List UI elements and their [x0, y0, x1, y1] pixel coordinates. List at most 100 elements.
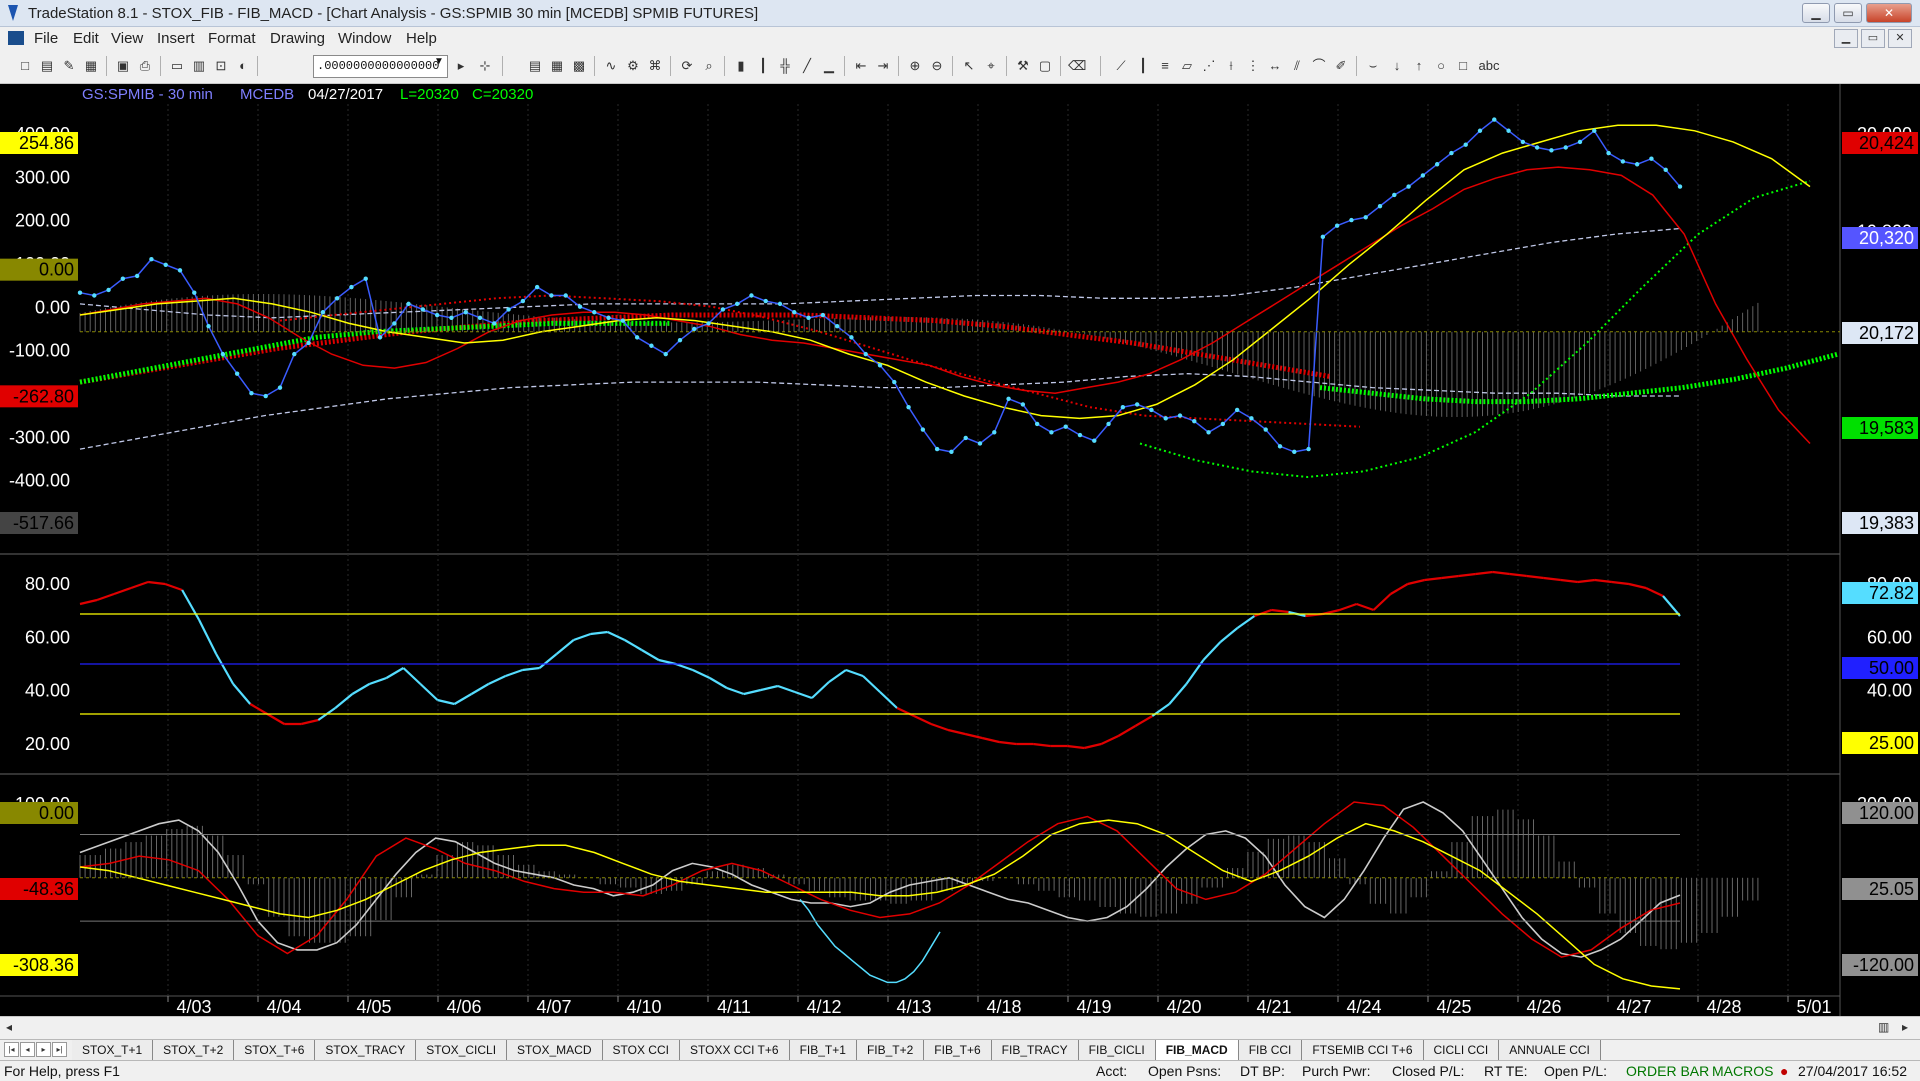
vertical-line-icon[interactable]: ┃ — [1134, 57, 1152, 75]
sheet-tab-fib-t-6[interactable]: FIB_T+6 — [924, 1040, 992, 1060]
mdi-minimize-button[interactable]: ▁ — [1834, 29, 1858, 48]
last-tab-icon[interactable]: ▸| — [52, 1042, 67, 1057]
down-arrow-icon[interactable]: ↓ — [1388, 57, 1406, 75]
menu-drawing[interactable]: Drawing — [270, 30, 325, 47]
arc-icon[interactable]: ⌒ — [1310, 57, 1328, 75]
sheet-tab-stox-t-6[interactable]: STOX_T+6 — [234, 1040, 316, 1060]
gann-icon[interactable]: ⟊ — [1222, 57, 1240, 75]
mdi-restore-button[interactable]: ▭ — [1861, 29, 1885, 48]
zoom-dots-icon[interactable]: ⊹ — [476, 57, 494, 75]
sheet-tab-annuale-cci[interactable]: ANNUALE CCI — [1499, 1040, 1601, 1060]
precision-input[interactable]: .0000000000000000 — [313, 55, 448, 78]
refresh-icon[interactable]: ⟳ — [678, 57, 696, 75]
line-icon[interactable]: ╱ — [798, 57, 816, 75]
window-icon[interactable]: ▭ — [168, 57, 186, 75]
print-icon[interactable]: ⎙ — [136, 57, 154, 75]
new-icon[interactable]: □ — [16, 57, 34, 75]
mdi-close-button[interactable]: ✕ — [1888, 29, 1912, 48]
color-icon[interactable]: ◐ — [234, 57, 252, 75]
chart-cursor-icon[interactable]: ⌖ — [982, 57, 1000, 75]
sheet-tab-cicli-cci[interactable]: CICLI CCI — [1423, 1040, 1500, 1060]
chart-analysis-window[interactable]: 4/03 4/04 4/05 4/06 4/07 4/10 4/11 4/12 4/13 4/18… — [0, 84, 1920, 1016]
sheet-tab-stox-tracy[interactable]: STOX_TRACY — [315, 1040, 417, 1060]
data-window-icon[interactable]: ▢ — [1036, 57, 1054, 75]
sheet-tab-fib-t-1[interactable]: FIB_T+1 — [789, 1040, 857, 1060]
arrow-lines-icon[interactable]: ↔ — [1266, 57, 1284, 75]
menu-view[interactable]: View — [111, 30, 143, 47]
zoom-in-icon[interactable]: ⊕ — [906, 57, 924, 75]
next-tab-icon[interactable]: ▸ — [36, 1042, 51, 1057]
grid-icon[interactable]: ▩ — [570, 57, 588, 75]
sheet-tab-ftsemib-cci-t-6[interactable]: FTSEMIB CCI T+6 — [1302, 1040, 1424, 1060]
sheet-tab-fib-macd[interactable]: FIB_MACD — [1155, 1040, 1239, 1060]
format-window-icon[interactable]: ▤ — [526, 57, 544, 75]
curve-icon[interactable]: ⌣ — [1364, 57, 1382, 75]
order-bar-button[interactable]: ORDER BAR — [1626, 1063, 1709, 1079]
bar-chart-icon[interactable]: ▮ — [732, 57, 750, 75]
macros-button[interactable]: MACROS — [1712, 1063, 1773, 1079]
menu-file[interactable]: File — [34, 30, 58, 47]
trendline-icon[interactable]: ⟋ — [1112, 57, 1130, 75]
fibonacci-icon[interactable]: ⋮ — [1244, 57, 1262, 75]
sheet-tab-stoxx-cci-t-6[interactable]: STOXX CCI T+6 — [679, 1040, 790, 1060]
up-arrow-icon[interactable]: ↑ — [1410, 57, 1428, 75]
shift-left-icon[interactable]: ⇤ — [852, 57, 870, 75]
maximize-button[interactable]: ▭ — [1834, 3, 1862, 23]
menu-edit[interactable]: Edit — [73, 30, 99, 47]
sheet-tab-stox-macd[interactable]: STOX_MACD — [507, 1040, 603, 1060]
sheet-tab-fib-cci[interactable]: FIB CCI — [1238, 1040, 1303, 1060]
channel-icon[interactable]: ▱ — [1178, 57, 1196, 75]
delete-icon[interactable]: ⌫ — [1068, 57, 1086, 75]
chart-icon[interactable]: ▦ — [82, 57, 100, 75]
menu-help[interactable]: Help — [406, 30, 437, 47]
edit-icon[interactable]: ✎ — [60, 57, 78, 75]
scan-icon[interactable]: ⌕ — [700, 57, 718, 75]
tile-icon[interactable]: ▥ — [190, 57, 208, 75]
sheet-tab-stox-cci[interactable]: STOX CCI — [602, 1040, 680, 1060]
prev-tab-icon[interactable]: ◂ — [20, 1042, 35, 1057]
text-tool-icon[interactable]: abc — [1476, 57, 1502, 75]
open-icon[interactable]: ▤ — [38, 57, 56, 75]
close-button[interactable]: ✕ — [1866, 3, 1912, 23]
horizontal-lines-icon[interactable]: ≡ — [1156, 57, 1174, 75]
sheet-tab-stox-cicli[interactable]: STOX_CICLI — [416, 1040, 508, 1060]
horizontal-scrollbar[interactable]: ◂ ▥ ▸ — [0, 1016, 1920, 1039]
sheet-tab-fib-t-2[interactable]: FIB_T+2 — [856, 1040, 925, 1060]
chevron-down-icon[interactable]: ▼ — [434, 56, 444, 67]
zoom-out-icon[interactable]: ⊖ — [928, 57, 946, 75]
scroll-thumb-icon[interactable]: ▥ — [1878, 1020, 1889, 1034]
sheet-tab-fib-tracy[interactable]: FIB_TRACY — [991, 1040, 1079, 1060]
scroll-left-icon[interactable]: ◂ — [6, 1020, 12, 1034]
sheet-tab-stox-t-1[interactable]: STOX_T+1 — [72, 1040, 154, 1060]
minimize-button[interactable]: ▁ — [1802, 3, 1830, 23]
sheet-tab-stox-t-2[interactable]: STOX_T+2 — [153, 1040, 235, 1060]
ellipse-icon[interactable]: ○ — [1432, 57, 1450, 75]
menu-window[interactable]: Window — [338, 30, 391, 47]
scroll-right-icon[interactable]: ▸ — [1902, 1020, 1908, 1034]
sheet-tab-fib-cicli[interactable]: FIB_CICLI — [1078, 1040, 1156, 1060]
right-axis-tick: 40.00 — [1867, 681, 1912, 701]
chart-document-icon[interactable] — [8, 31, 24, 45]
rectangle-icon[interactable]: □ — [1454, 57, 1472, 75]
indicator-icon[interactable]: ∿ — [602, 57, 620, 75]
stochastic-segment — [437, 698, 455, 706]
analysis-icon[interactable]: ⌘ — [646, 57, 664, 75]
format-data-icon[interactable]: ▦ — [548, 57, 566, 75]
pointfigure-icon[interactable]: ╬ — [776, 57, 794, 75]
speed-lines-icon[interactable]: ⋰ — [1200, 57, 1218, 75]
play-icon[interactable]: ▸ — [452, 57, 470, 75]
strategy-icon[interactable]: ⚙ — [624, 57, 642, 75]
pen-icon[interactable]: ✐ — [1332, 57, 1350, 75]
menu-format[interactable]: Format — [208, 30, 256, 47]
tools-icon[interactable]: ⚒ — [1014, 57, 1032, 75]
menu-insert[interactable]: Insert — [157, 30, 195, 47]
first-tab-icon[interactable]: |◂ — [4, 1042, 19, 1057]
lock-icon[interactable]: ⊡ — [212, 57, 230, 75]
volume-icon[interactable]: ▁ — [820, 57, 838, 75]
regression-icon[interactable]: ⫽ — [1288, 57, 1306, 75]
candle-icon[interactable]: ┃ — [754, 57, 772, 75]
pointer-icon[interactable]: ↖ — [960, 57, 978, 75]
chart-canvas[interactable]: 4/03 4/04 4/05 4/06 4/07 4/10 4/11 4/12 4/13 4/18… — [0, 84, 1920, 1016]
save-icon[interactable]: ▣ — [114, 57, 132, 75]
shift-right-icon[interactable]: ⇥ — [874, 57, 892, 75]
